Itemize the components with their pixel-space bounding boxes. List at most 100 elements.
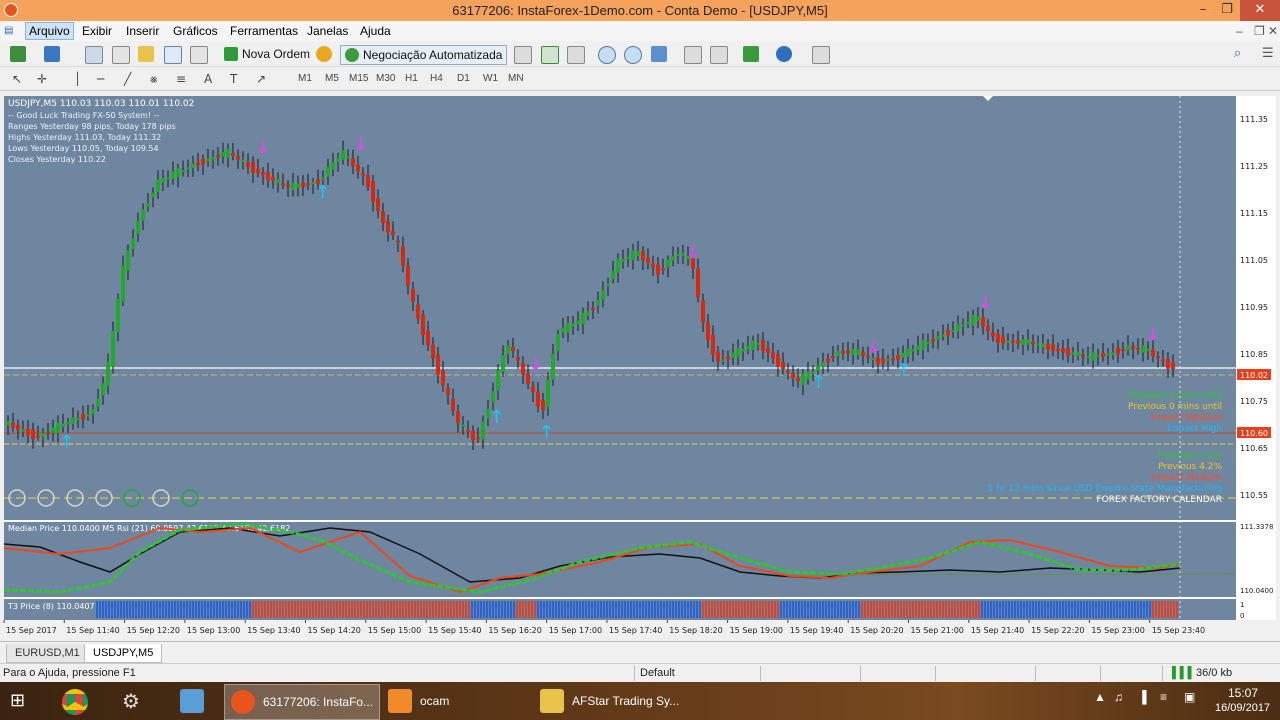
app-pin-icon[interactable]: ⚙	[122, 689, 146, 713]
tray-app-icon[interactable]: ≡	[1160, 690, 1167, 704]
candle-body	[336, 157, 340, 162]
menu-janelas[interactable]: Janelas	[307, 24, 348, 38]
tile-windows-icon[interactable]	[651, 46, 667, 62]
market-watch-icon[interactable]	[85, 46, 103, 64]
child-minimize-icon[interactable]: –	[1236, 24, 1243, 38]
histogram-bar	[990, 601, 992, 618]
timeframe-w1[interactable]: W1	[483, 73, 498, 84]
navigator-icon[interactable]	[138, 46, 154, 62]
bar-chart-icon[interactable]	[514, 46, 532, 64]
candle-body	[491, 391, 495, 403]
child-close-icon[interactable]: ✕	[1268, 24, 1278, 38]
zoom-in-icon[interactable]	[598, 46, 616, 64]
histogram-bar	[195, 601, 197, 618]
templates-icon[interactable]	[812, 46, 830, 64]
maximize-icon[interactable]: ❐	[1212, 0, 1242, 21]
candle-body	[711, 334, 715, 355]
histogram-bar	[243, 601, 245, 618]
candle-body	[151, 192, 155, 198]
candlestick-icon[interactable]	[541, 46, 559, 64]
tab-usdjpy-m5[interactable]: USDJPY,M5	[84, 644, 163, 663]
candle-body	[26, 428, 30, 436]
menu-ferramentas[interactable]: Ferramentas	[230, 24, 298, 38]
volume-icon[interactable]: ♫	[1114, 690, 1123, 704]
timeframe-m30[interactable]: M30	[376, 73, 395, 84]
chart-window[interactable]: ↓ ↓ ↓ ↓ ↓ ↓ ↓ ↑ ↑ ↑ ↑ ↑ ↑ USDJPY,M5 110.03 110.03 11…	[0, 92, 1280, 640]
tray-arrow-icon[interactable]: ▲	[1094, 690, 1106, 704]
app-pin-icon[interactable]	[180, 689, 204, 713]
autoscroll-icon[interactable]	[710, 46, 728, 64]
timeframe-d1[interactable]: D1	[457, 73, 470, 84]
histogram-bar	[111, 601, 113, 618]
cursor-icon[interactable]: ↖	[12, 72, 22, 86]
strategy-tester-icon[interactable]	[190, 46, 208, 64]
tray-app-icon[interactable]: ▣	[1184, 690, 1195, 704]
text-icon[interactable]: A	[204, 72, 212, 86]
menu-arquivo[interactable]: Arquivo	[25, 22, 74, 40]
timeframe-mn[interactable]: MN	[508, 73, 524, 84]
zoom-out-icon[interactable]	[624, 46, 642, 64]
candle-body	[1126, 345, 1130, 351]
close-icon[interactable]: ✕	[1240, 0, 1280, 21]
trendline-icon[interactable]: ╱	[124, 72, 131, 86]
vertical-line-icon[interactable]: │	[74, 72, 81, 86]
timeframe-m5[interactable]: M5	[325, 73, 339, 84]
histogram-bar	[654, 601, 656, 618]
histogram-bar	[324, 601, 326, 618]
chat-icon[interactable]: ☰	[1262, 46, 1278, 62]
timeframe-m15[interactable]: M15	[349, 73, 368, 84]
metaeditor-icon[interactable]	[316, 46, 332, 62]
candle-body	[471, 430, 475, 441]
histogram-bar	[984, 601, 986, 618]
timeframe-h4[interactable]: H4	[430, 73, 443, 84]
windows-start-icon[interactable]: ⊞	[10, 691, 32, 711]
indicators-icon[interactable]	[743, 46, 759, 62]
candle-body	[1041, 343, 1045, 348]
candle-body	[881, 358, 885, 364]
line-chart-icon[interactable]	[567, 46, 585, 64]
search-icon[interactable]: ⌕	[1234, 46, 1250, 62]
child-restore-icon[interactable]: ❐	[1254, 24, 1265, 38]
new-chart-icon[interactable]	[10, 46, 26, 62]
data-window-icon[interactable]	[112, 46, 130, 64]
chart-menu-icon[interactable]: ▤	[4, 25, 13, 36]
price-tick: 111.25	[1240, 162, 1268, 171]
periods-icon[interactable]	[776, 46, 792, 62]
new-order-button[interactable]: Nova Ordem	[224, 45, 310, 63]
histogram-bar	[732, 601, 734, 618]
profiles-icon[interactable]	[44, 46, 60, 62]
fibonacci-icon[interactable]: ≡	[176, 72, 186, 86]
histogram-bar	[771, 601, 773, 618]
network-icon[interactable]: ▐	[1138, 690, 1147, 704]
timeframe-h1[interactable]: H1	[405, 73, 418, 84]
histogram-bar	[867, 601, 869, 618]
arrows-icon[interactable]: ↗	[256, 72, 266, 86]
timeframe-m1[interactable]: M1	[298, 73, 312, 84]
terminal-icon[interactable]	[164, 46, 182, 64]
crosshair-icon[interactable]: ✛	[37, 72, 47, 86]
menu-ajuda[interactable]: Ajuda	[360, 24, 391, 38]
histogram-bar	[1122, 601, 1124, 618]
menu-graficos[interactable]: Gráficos	[173, 24, 218, 38]
candle-body	[726, 356, 730, 360]
candle-body	[971, 315, 975, 326]
horizontal-line-icon[interactable]: ─	[97, 72, 104, 86]
histogram-bar	[267, 601, 269, 618]
menu-exibir[interactable]: Exibir	[82, 24, 112, 38]
taskbar-item-ocam[interactable]: ocam	[382, 684, 534, 718]
text-label-icon[interactable]: T	[230, 72, 237, 86]
chart-shift-icon[interactable]	[684, 46, 702, 64]
menu-inserir[interactable]: Inserir	[126, 24, 159, 38]
taskbar-item-folder[interactable]: AFStar Trading Sy...	[534, 684, 684, 718]
taskbar-item-metatrader[interactable]: 63177206: InstaFo...	[224, 684, 380, 720]
histogram-bar	[438, 601, 440, 618]
candle-body	[701, 300, 705, 323]
auto-trading-button[interactable]: Negociação Automatizada	[340, 45, 508, 65]
channel-icon[interactable]: ⨳	[150, 72, 157, 87]
price-tick: 110.65	[1240, 444, 1268, 453]
histogram-bar	[600, 601, 602, 618]
histogram-bar	[960, 601, 962, 618]
histogram-bar	[999, 601, 1001, 618]
chrome-icon[interactable]	[62, 689, 88, 715]
tab-eurusd-m1[interactable]: EURUSD,M1	[6, 644, 89, 663]
